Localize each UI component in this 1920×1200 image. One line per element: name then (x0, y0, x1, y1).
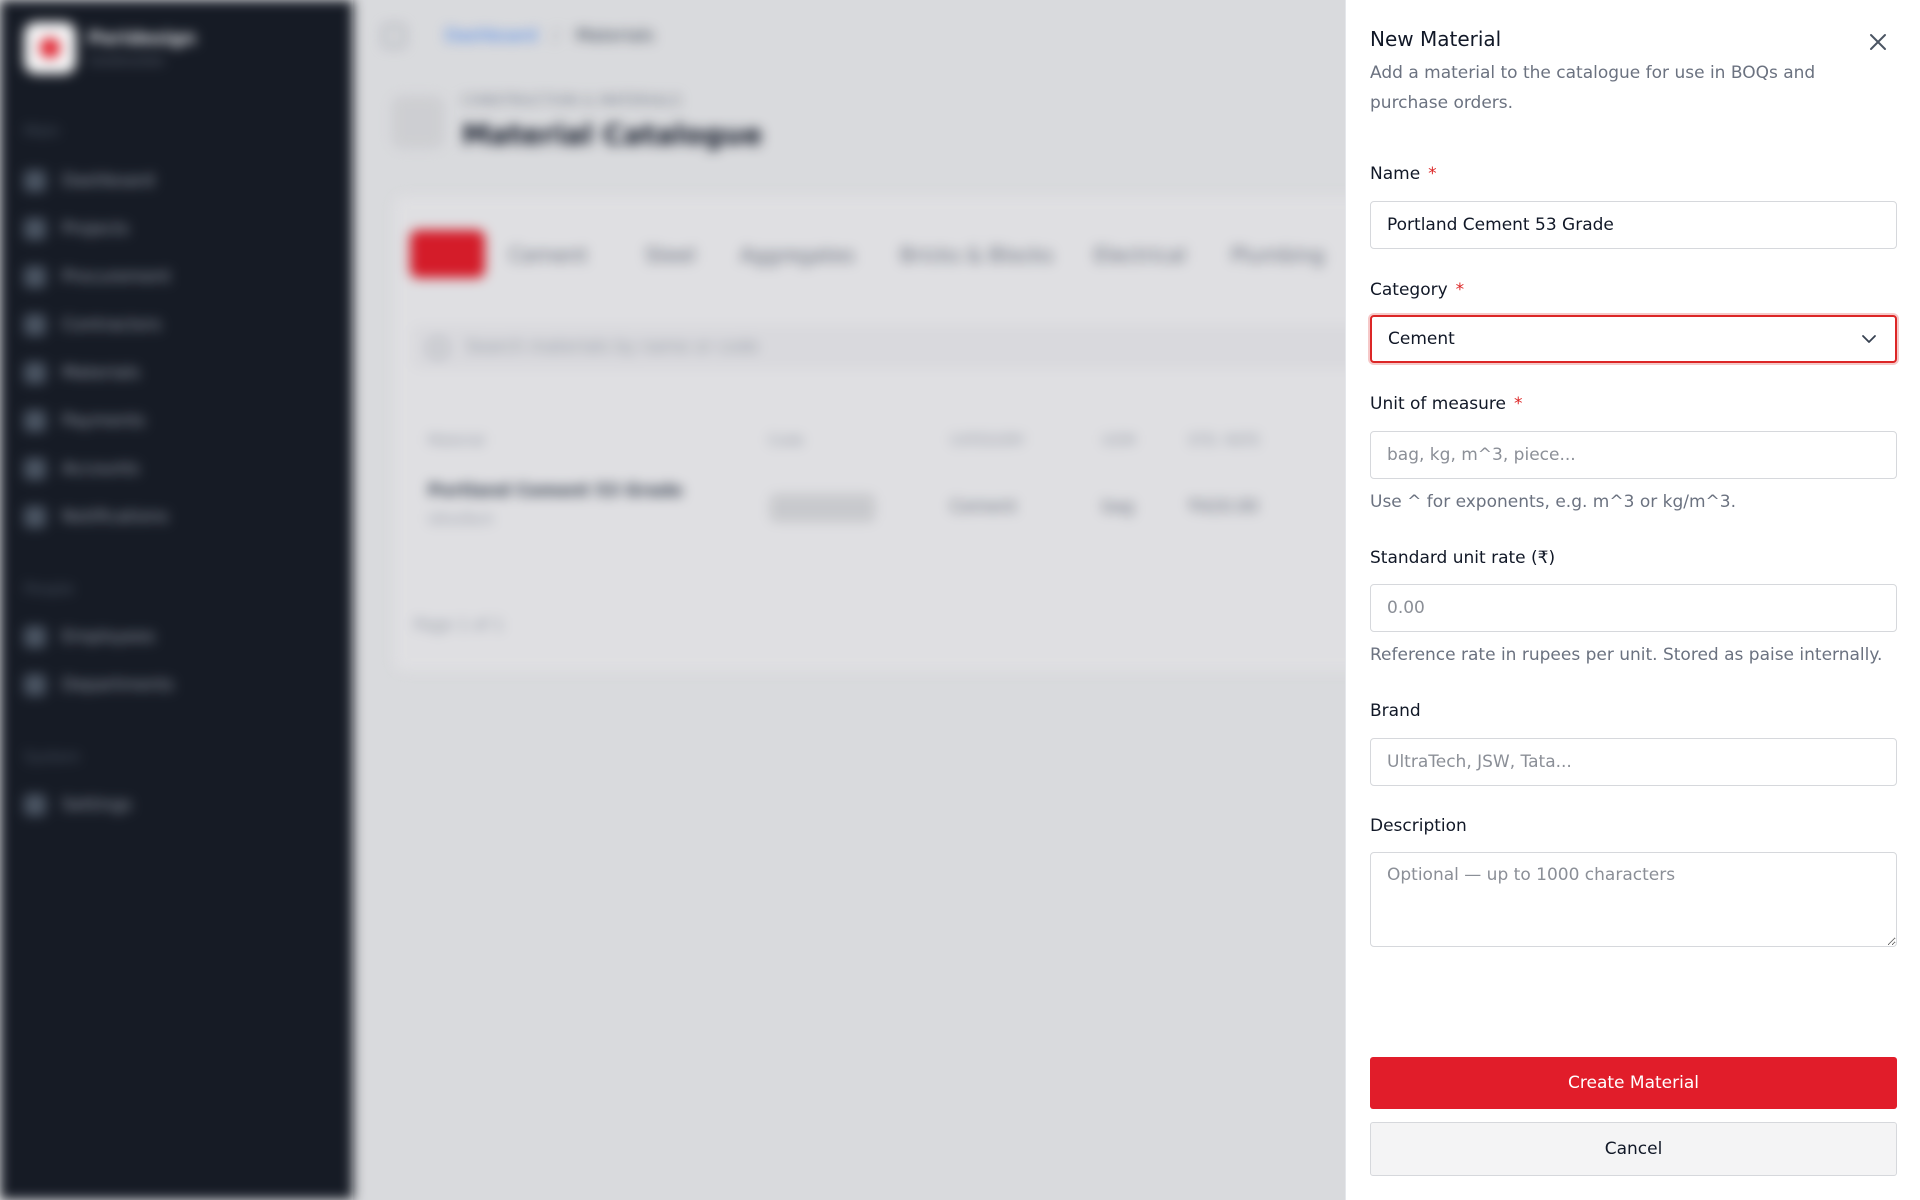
card-icon (24, 410, 46, 432)
sidebar-item-label: Payments (62, 411, 146, 431)
brand-label: Brand (1370, 701, 1421, 721)
box-icon (24, 362, 46, 384)
unit-input[interactable] (1370, 431, 1897, 479)
bell-icon (24, 506, 46, 528)
sidebar-item-label: Departments (62, 675, 174, 695)
sidebar-item-label: Accounts (62, 459, 140, 479)
name-input[interactable] (1370, 201, 1897, 249)
unit-hint: Use ^ for exponents, e.g. m^3 or kg/m^3. (1370, 492, 1737, 512)
description-label: Description (1370, 816, 1467, 836)
drawer-description: Add a material to the catalogue for use … (1370, 63, 1816, 113)
create-material-button[interactable]: Create Material (1370, 1057, 1897, 1109)
name-label-text: Name (1370, 164, 1421, 184)
sidebar-item-accounts[interactable]: Accounts (24, 458, 140, 480)
sidebar-item-settings[interactable]: Settings (24, 794, 132, 816)
chevron-down-icon (1862, 335, 1876, 343)
sidebar-item-dashboard[interactable]: Dashboard (24, 170, 154, 192)
close-icon (1870, 34, 1886, 50)
name-label: Name * (1370, 164, 1437, 184)
rate-input[interactable] (1370, 584, 1897, 632)
category-selected-value: Cement (1388, 329, 1455, 349)
brand-input[interactable] (1370, 738, 1897, 786)
sidebar-section-main: Main (24, 122, 60, 140)
rate-hint: Reference rate in rupees per unit. Store… (1370, 645, 1883, 665)
building-icon (24, 674, 46, 696)
rate-label: Standard unit rate (₹) (1370, 548, 1556, 568)
sidebar-item-departments[interactable]: Departments (24, 674, 174, 696)
grid-icon (24, 170, 46, 192)
sidebar-item-materials[interactable]: Materials (24, 362, 140, 384)
cancel-button[interactable]: Cancel (1370, 1122, 1897, 1176)
close-button[interactable] (1866, 30, 1890, 54)
folder-icon (24, 218, 46, 240)
sidebar-item-contractors[interactable]: Contractors (24, 314, 161, 336)
new-material-drawer: New Material Add a material to the catal… (1345, 0, 1920, 1200)
sidebar-item-label: Procurement (62, 267, 171, 287)
ledger-icon (24, 458, 46, 480)
sidebar-section-system: System (24, 748, 80, 766)
user-icon (24, 626, 46, 648)
brand-subtitle: Construction (88, 54, 165, 68)
required-mark: * (1513, 394, 1523, 414)
required-mark: * (1428, 164, 1437, 184)
users-icon (24, 314, 46, 336)
sidebar-item-label: Materials (62, 363, 140, 383)
sidebar-item-label: Dashboard (62, 171, 155, 191)
category-label: Category * (1370, 280, 1464, 300)
drawer-title: New Material (1370, 27, 1502, 51)
required-mark: * (1455, 280, 1465, 300)
sidebar-section-people: People (24, 580, 74, 598)
description-textarea[interactable] (1370, 852, 1897, 947)
sidebar-item-procurement[interactable]: Procurement (24, 266, 171, 288)
sidebar-item-label: Projects (62, 219, 130, 239)
sidebar-item-label: Settings (62, 795, 132, 815)
sidebar-item-notifications[interactable]: Notifications (24, 506, 168, 528)
sidebar-item-projects[interactable]: Projects (24, 218, 129, 240)
sidebar-item-label: Contractors (62, 315, 162, 335)
unit-label-text: Unit of measure (1370, 394, 1506, 414)
category-label-text: Category (1370, 280, 1448, 300)
gear-icon (24, 794, 46, 816)
sidebar-item-employees[interactable]: Employees (24, 626, 155, 648)
sidebar-item-label: Employees (62, 627, 156, 647)
sidebar-item-label: Notifications (62, 507, 169, 527)
sidebar: Peridesign Construction Main Dashboard P… (0, 0, 353, 1200)
cart-icon (24, 266, 46, 288)
brand-name: Peridesign (88, 28, 197, 49)
app-logo (24, 22, 76, 74)
sidebar-item-payments[interactable]: Payments (24, 410, 145, 432)
modal-overlay[interactable] (353, 0, 1345, 1200)
category-select[interactable]: Cement (1370, 315, 1897, 363)
unit-label: Unit of measure * (1370, 394, 1522, 414)
